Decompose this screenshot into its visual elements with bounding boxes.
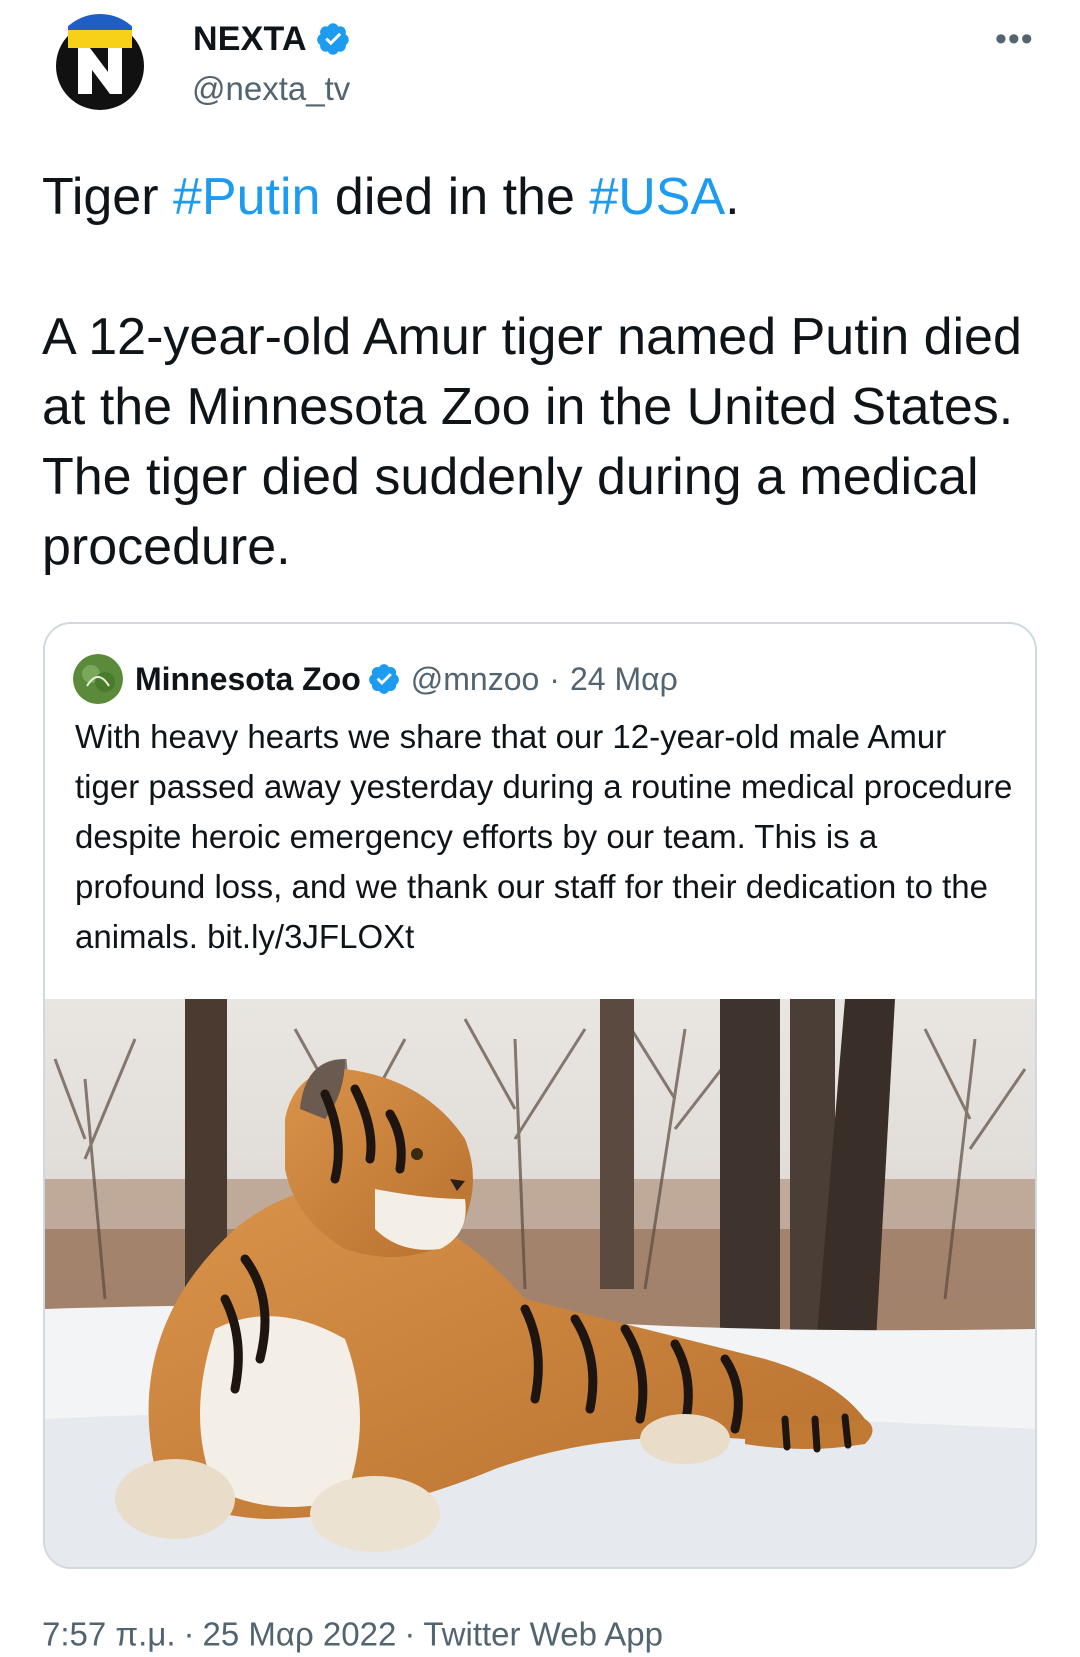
hashtag-putin[interactable]: #Putin — [173, 168, 320, 226]
author-name[interactable]: NEXTA — [193, 18, 307, 60]
separator-dot: · — [404, 1615, 416, 1653]
tweet-text-part: . — [725, 168, 740, 226]
verified-badge-icon — [368, 664, 399, 694]
quoted-author-name[interactable]: Minnesota Zoo — [135, 661, 361, 698]
tweet-time[interactable]: 7:57 π.μ. — [42, 1615, 176, 1652]
minnesota-zoo-logo-icon — [73, 654, 123, 704]
quoted-tweet-header: Minnesota Zoo @mnzoo · 24 Μαρ — [73, 654, 678, 704]
quoted-author-handle[interactable]: @mnzoo — [411, 661, 540, 698]
quoted-tweet-card[interactable]: Minnesota Zoo @mnzoo · 24 Μαρ With heavy… — [43, 622, 1037, 1569]
separator-dot: · — [183, 1615, 195, 1653]
quoted-tweet-link[interactable]: bit.ly/3JFLOXt — [207, 918, 414, 955]
tweet-source[interactable]: Twitter Web App — [423, 1615, 663, 1652]
tweet-text-part: died in the — [320, 168, 590, 226]
tweet-text-paragraph: A 12-year-old Amur tiger named Putin die… — [42, 308, 1037, 576]
tiger-photo[interactable] — [45, 999, 1035, 1569]
tweet-text-part: Tiger — [42, 168, 173, 226]
separator-dot: · — [549, 660, 560, 697]
author-avatar[interactable] — [52, 14, 148, 110]
quoted-tweet-date[interactable]: 24 Μαρ — [570, 661, 678, 698]
more-options-icon[interactable]: ••• — [995, 20, 1034, 59]
author-handle[interactable]: @nexta_tv — [192, 68, 350, 110]
tweet-metadata: 7:57 π.μ. · 25 Μαρ 2022 · Twitter Web App — [42, 1610, 663, 1656]
verified-badge-icon — [316, 23, 349, 55]
nexta-logo-icon — [52, 14, 148, 110]
quoted-tweet-text: With heavy hearts we share that our 12-y… — [75, 712, 1015, 962]
quoted-author-avatar[interactable] — [73, 654, 123, 704]
hashtag-usa[interactable]: #USA — [589, 168, 725, 226]
tweet-text: Tiger #Putin died in the #USA. A 12-year-… — [42, 162, 1052, 582]
tweet-date[interactable]: 25 Μαρ 2022 — [203, 1615, 397, 1652]
